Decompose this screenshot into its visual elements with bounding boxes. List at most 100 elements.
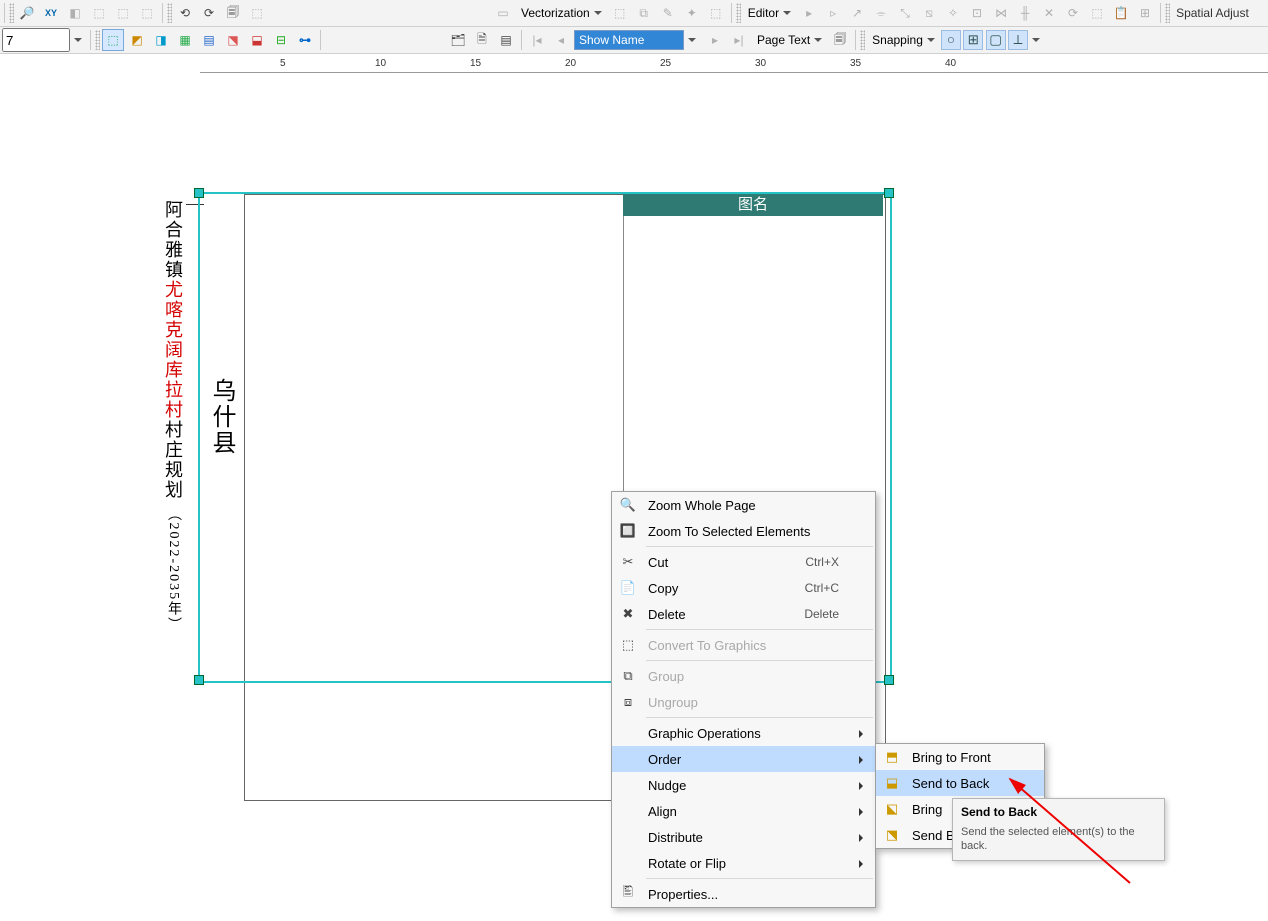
- page-icon[interactable]: 🗎: [471, 29, 493, 51]
- menu-cut[interactable]: ✂CutCtrl+X: [612, 549, 875, 575]
- tooltip: Send to Back Send the selected element(s…: [952, 798, 1165, 861]
- tool-icon[interactable]: ✕: [1038, 2, 1060, 24]
- send-backward-icon: ⬔: [876, 822, 908, 848]
- menu-copy[interactable]: 📄CopyCtrl+C: [612, 575, 875, 601]
- page-setup-icon[interactable]: 🗐: [829, 29, 851, 51]
- rotate-icon[interactable]: ⟳: [198, 2, 220, 24]
- zoom-sel-icon: 🔲: [612, 518, 644, 544]
- selection-handle[interactable]: [884, 675, 894, 685]
- tool-icon[interactable]: ⊞: [1134, 2, 1156, 24]
- tool-icon[interactable]: 📋: [1110, 2, 1132, 24]
- tool-icon[interactable]: ╫: [1014, 2, 1036, 24]
- tool-icon[interactable]: ✧: [942, 2, 964, 24]
- menu-graphic-operations[interactable]: Graphic Operations: [612, 720, 875, 746]
- layer-icon[interactable]: 🗂: [447, 29, 469, 51]
- tooltip-body: Send the selected element(s) to the back…: [961, 825, 1156, 854]
- spatial-adjust-label[interactable]: Spatial Adjust: [1172, 6, 1253, 20]
- page-icon[interactable]: 🗐: [222, 2, 244, 24]
- group-icon: ⧉: [612, 663, 644, 689]
- menu-ungroup: ⧈Ungroup: [612, 689, 875, 715]
- cursor-icon[interactable]: ▹: [822, 2, 844, 24]
- tool-icon[interactable]: ↗: [846, 2, 868, 24]
- rotate-icon[interactable]: ⟲: [174, 2, 196, 24]
- layout-canvas[interactable]: 乌什县 阿合雅镇尤喀克阔库拉村村庄规划 （2022-2035年） 图名 🔍Zoo…: [0, 73, 1268, 918]
- snapping-dropdown[interactable]: Snapping: [867, 32, 940, 48]
- tool-icon[interactable]: ⬚: [705, 2, 727, 24]
- menu-zoom-whole-page[interactable]: 🔍Zoom Whole Page: [612, 492, 875, 518]
- last-icon[interactable]: ▸|: [728, 29, 750, 51]
- tool-icon[interactable]: ⬚: [112, 2, 134, 24]
- convert-icon: ⬚: [612, 632, 644, 658]
- vectorization-dropdown[interactable]: Vectorization: [516, 5, 607, 21]
- first-icon[interactable]: |◂: [526, 29, 548, 51]
- selection-handle[interactable]: [194, 675, 204, 685]
- tool-icon[interactable]: ⊟: [270, 29, 292, 51]
- menu-delete[interactable]: ✖DeleteDelete: [612, 601, 875, 627]
- tool-icon[interactable]: ◨: [150, 29, 172, 51]
- scissors-icon: ✂: [612, 549, 644, 575]
- context-menu: 🔍Zoom Whole Page 🔲Zoom To Selected Eleme…: [611, 491, 876, 908]
- tool-icon[interactable]: ⊡: [966, 2, 988, 24]
- toolbar-row-2: ⬚ ◩ ◨ ▦ ▤ ⬔ ⬓ ⊟ ⊶ 🗂 🗎 ▤ |◂ ◂ Show Name ▸…: [0, 27, 1268, 54]
- tool-icon[interactable]: ⟳: [1062, 2, 1084, 24]
- delete-icon: ✖: [612, 601, 644, 627]
- node-icon[interactable]: ⊶: [294, 29, 316, 51]
- menu-send-to-back[interactable]: ⬓Send to Back: [876, 770, 1044, 796]
- tool-icon[interactable]: ⬚: [246, 2, 268, 24]
- list-icon[interactable]: ▤: [495, 29, 517, 51]
- numeric-field[interactable]: [2, 28, 70, 52]
- snap-guide-icon[interactable]: ⟂: [1008, 30, 1028, 50]
- tool-icon[interactable]: ⬚: [88, 2, 110, 24]
- tool-icon[interactable]: ⧅: [918, 2, 940, 24]
- ungroup-icon: ⧈: [612, 689, 644, 715]
- tool-icon[interactable]: ⬚: [136, 2, 158, 24]
- tool-icon[interactable]: ⬚: [1086, 2, 1108, 24]
- selection-handle[interactable]: [194, 188, 204, 198]
- menu-nudge[interactable]: Nudge: [612, 772, 875, 798]
- tool-icon[interactable]: ⬚: [609, 2, 631, 24]
- menu-order[interactable]: Order: [612, 746, 875, 772]
- tool-icon[interactable]: ▤: [198, 29, 220, 51]
- menu-convert-graphics: ⬚Convert To Graphics: [612, 632, 875, 658]
- find-icon[interactable]: 🔎: [16, 2, 38, 24]
- tool-icon[interactable]: ⬓: [246, 29, 268, 51]
- edit-icon[interactable]: ✎: [657, 2, 679, 24]
- bring-forward-icon: ⬕: [876, 796, 908, 822]
- tool-icon[interactable]: ◧: [64, 2, 86, 24]
- properties-icon: 🖺: [612, 881, 644, 907]
- menu-bring-to-front[interactable]: ⬒Bring to Front: [876, 744, 1044, 770]
- tool-icon[interactable]: ⋈: [990, 2, 1012, 24]
- xy-icon[interactable]: XY: [40, 2, 62, 24]
- tool-icon[interactable]: ⤡: [894, 2, 916, 24]
- prev-icon[interactable]: ◂: [550, 29, 572, 51]
- zoom-icon: 🔍: [612, 492, 644, 518]
- bring-front-icon: ⬒: [876, 744, 908, 770]
- menu-group: ⧉Group: [612, 663, 875, 689]
- layer-icon[interactable]: ⧉: [633, 2, 655, 24]
- editor-dropdown[interactable]: Editor: [743, 5, 796, 21]
- snap-vertex-icon[interactable]: ○: [941, 30, 961, 50]
- tool-active-icon[interactable]: ⬚: [102, 29, 124, 51]
- cursor-icon[interactable]: ▸: [798, 2, 820, 24]
- snap-edge-icon[interactable]: ▢: [986, 30, 1006, 50]
- snapping-buttons: ○ ⊞ ▢ ⟂: [942, 30, 1028, 51]
- page-text-dropdown[interactable]: Page Text: [752, 32, 827, 48]
- snap-grid-icon[interactable]: ⊞: [963, 30, 983, 50]
- copy-icon: 📄: [612, 575, 644, 601]
- next-icon[interactable]: ▸: [704, 29, 726, 51]
- tool-icon[interactable]: ◩: [126, 29, 148, 51]
- tooltip-title: Send to Back: [961, 805, 1037, 819]
- menu-align[interactable]: Align: [612, 798, 875, 824]
- menu-zoom-selected[interactable]: 🔲Zoom To Selected Elements: [612, 518, 875, 544]
- tool-icon[interactable]: ▭: [492, 2, 514, 24]
- menu-distribute[interactable]: Distribute: [612, 824, 875, 850]
- tool-icon[interactable]: ⌯: [870, 2, 892, 24]
- pin-icon[interactable]: ✦: [681, 2, 703, 24]
- menu-properties[interactable]: 🖺Properties...: [612, 881, 875, 907]
- horizontal-ruler: 5 10 15 20 25 30 35 40: [200, 54, 1268, 73]
- tool-icon[interactable]: ⬔: [222, 29, 244, 51]
- menu-rotate-flip[interactable]: Rotate or Flip: [612, 850, 875, 876]
- tool-icon[interactable]: ▦: [174, 29, 196, 51]
- page-name-combo[interactable]: Show Name: [574, 30, 684, 50]
- selection-handle[interactable]: [884, 188, 894, 198]
